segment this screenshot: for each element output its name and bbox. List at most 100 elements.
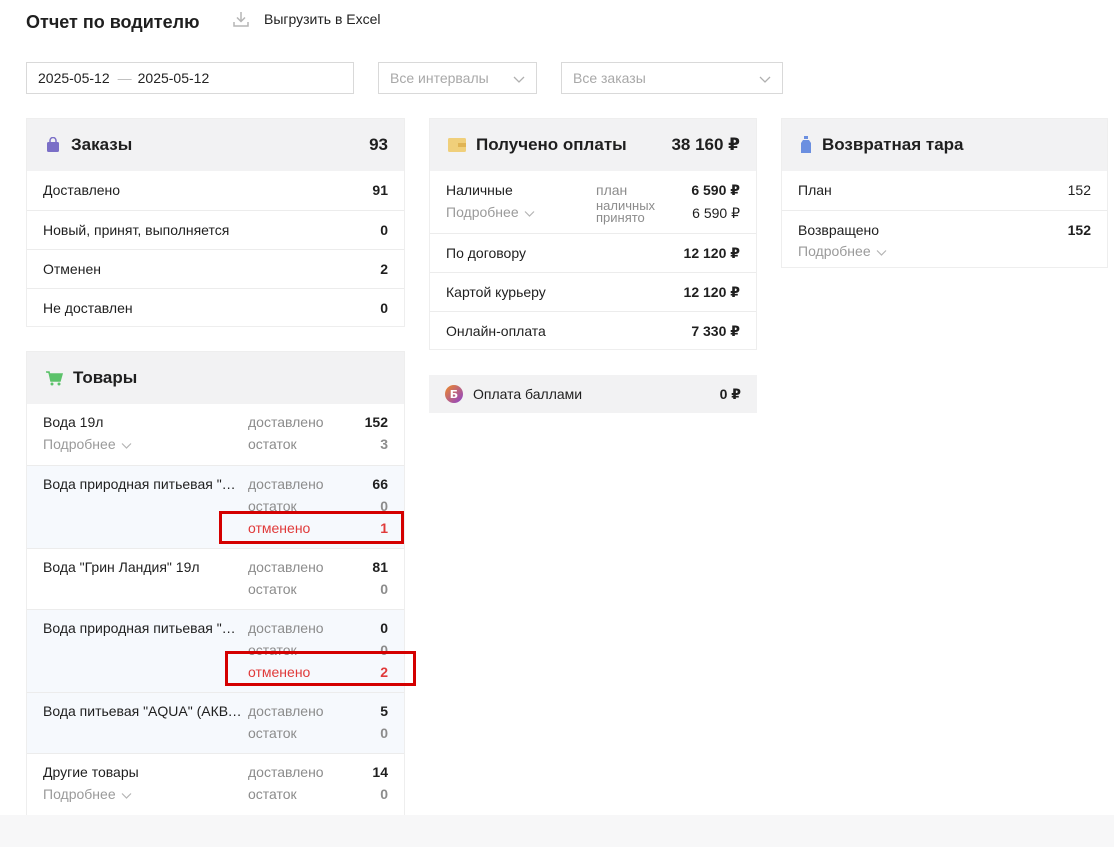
goods-item-name: Вода природная питьевая "УРАЛ — [43, 620, 243, 636]
goods-item-name: Вода 19л — [43, 414, 104, 430]
tare-returned-value: 152 — [1067, 222, 1091, 238]
wallet-icon — [448, 138, 466, 152]
date-separator: — — [117, 70, 132, 86]
cash-label: Наличные — [446, 182, 513, 198]
date-from[interactable]: 2025-05-12 — [38, 70, 110, 86]
cash-plan-label: план — [596, 182, 628, 198]
intervals-select[interactable]: Все интервалы — [378, 62, 537, 94]
bonus-payment-row: Б Оплата баллами 0 ₽ — [429, 375, 757, 413]
delivered-value: 66 — [372, 476, 388, 492]
tare-plan-label: План — [798, 182, 832, 198]
orders-row-label: Не доставлен — [43, 300, 133, 316]
tare-plan-row: План 152 — [782, 171, 1107, 210]
tare-returned-label: Возвращено — [798, 222, 880, 238]
remainder-label: остаток — [248, 581, 297, 597]
goods-item-name: Вода "Грин Ландия" 19л — [43, 559, 200, 575]
tare-plan-value: 152 — [1067, 182, 1091, 198]
orders-select[interactable]: Все заказы — [561, 62, 783, 94]
page-title: Отчет по водителю — [26, 11, 200, 32]
orders-row: Отменен 2 — [27, 249, 404, 288]
orders-total: 93 — [369, 135, 388, 154]
delivered-label: доставлено — [248, 559, 324, 575]
date-to[interactable]: 2025-05-12 — [138, 70, 210, 86]
payments-card-header: Получено оплаты 38 160 ₽ — [430, 119, 756, 171]
driver-report-page: Отчет по водителю Выгрузить в Excel 2025… — [0, 0, 1114, 815]
payment-row-label: Картой курьеру — [446, 284, 546, 300]
orders-row-label: Отменен — [43, 261, 101, 277]
payment-row: Онлайн-оплата 7 330 ₽ — [430, 311, 756, 350]
orders-row: Доставлено 91 — [27, 171, 404, 210]
bonus-icon: Б — [445, 385, 463, 403]
goods-item: Вода питьевая "AQUA" (АКВА) 19л доставле… — [27, 692, 404, 753]
delivered-value: 152 — [364, 414, 388, 430]
cash-accepted-label: наличных принято — [596, 198, 656, 225]
goods-title: Товары — [73, 368, 138, 387]
goods-item: Вода 19л Подробнее доставлено 152 остато… — [27, 404, 404, 465]
tare-more-toggle[interactable]: Подробнее — [798, 243, 888, 259]
payments-total: 38 160 ₽ — [671, 135, 740, 154]
orders-row-value: 0 — [380, 222, 388, 238]
payment-row-value: 12 120 ₽ — [683, 284, 740, 300]
orders-row-label: Доставлено — [43, 182, 121, 198]
delivered-label: доставлено — [248, 414, 324, 430]
delivered-value: 14 — [372, 764, 388, 780]
bag-icon — [47, 137, 59, 152]
chevron-down-icon — [513, 76, 525, 83]
highlight-box — [219, 511, 404, 544]
delivered-label: доставлено — [248, 764, 324, 780]
payment-row-label: Онлайн-оплата — [446, 323, 546, 339]
orders-row-value: 0 — [380, 300, 388, 316]
bonus-value: 0 ₽ — [719, 385, 741, 402]
cash-more-label: Подробнее — [446, 204, 519, 220]
goods-more-label: Подробнее — [43, 436, 116, 452]
remainder-label: остаток — [248, 725, 297, 741]
chevron-down-icon — [121, 442, 132, 449]
date-range-picker[interactable]: 2025-05-12 — 2025-05-12 — [26, 62, 354, 94]
tare-card: Возвратная тара План 152 Возвращено 152 … — [781, 118, 1108, 268]
goods-more-toggle[interactable]: Подробнее — [43, 786, 133, 802]
goods-item: Другие товары Подробнее доставлено 14 ос… — [27, 753, 404, 814]
export-excel-label: Выгрузить в Excel — [264, 11, 381, 27]
remainder-value: 3 — [380, 436, 388, 452]
orders-card: Заказы 93 Доставлено 91 Новый, принят, в… — [26, 118, 405, 327]
payment-row-value: 7 330 ₽ — [691, 323, 740, 339]
delivered-value: 81 — [372, 559, 388, 575]
chevron-down-icon — [759, 76, 771, 83]
orders-title: Заказы — [71, 135, 133, 154]
payments-card: Получено оплаты 38 160 ₽ Наличные Подроб… — [429, 118, 757, 350]
page-header: Отчет по водителю — [26, 10, 199, 34]
payment-row: По договору 12 120 ₽ — [430, 233, 756, 272]
bonus-icon-glyph: Б — [450, 388, 458, 401]
remainder-label: остаток — [248, 436, 297, 452]
payments-title: Получено оплаты — [476, 135, 627, 154]
orders-row: Не доставлен 0 — [27, 288, 404, 327]
tare-card-header: Возвратная тара — [782, 119, 1107, 171]
orders-card-header: Заказы 93 — [27, 119, 404, 171]
delivered-label: доставлено — [248, 620, 324, 636]
export-excel-button[interactable]: Выгрузить в Excel — [232, 10, 381, 28]
cash-more-toggle[interactable]: Подробнее — [446, 204, 536, 220]
tare-title: Возвратная тара — [822, 135, 964, 154]
goods-card-header: Товары — [27, 352, 404, 404]
remainder-value: 0 — [380, 725, 388, 741]
goods-item-name: Вода питьевая "AQUA" (АКВА) 19л — [43, 703, 243, 719]
payment-row-value: 12 120 ₽ — [683, 245, 740, 261]
intervals-select-placeholder: Все интервалы — [390, 70, 489, 86]
orders-row-label: Новый, принят, выполняется — [43, 222, 230, 238]
chevron-down-icon — [121, 792, 132, 799]
goods-item-name: Другие товары — [43, 764, 139, 780]
chevron-down-icon — [524, 210, 535, 217]
cash-plan-value: 6 590 ₽ — [691, 182, 740, 198]
remainder-value: 0 — [380, 786, 388, 802]
orders-row-value: 2 — [380, 261, 388, 277]
cash-accepted-value: 6 590 ₽ — [692, 205, 740, 221]
cart-icon — [46, 371, 63, 386]
delivered-label: доставлено — [248, 476, 324, 492]
tare-more-label: Подробнее — [798, 243, 871, 259]
payment-row: Картой курьеру 12 120 ₽ — [430, 272, 756, 311]
delivered-value: 5 — [380, 703, 388, 719]
goods-more-toggle[interactable]: Подробнее — [43, 436, 133, 452]
bottle-icon — [801, 136, 811, 153]
cash-row: Наличные Подробнее план 6 590 ₽ наличных… — [430, 171, 756, 233]
bonus-label: Оплата баллами — [473, 386, 583, 402]
